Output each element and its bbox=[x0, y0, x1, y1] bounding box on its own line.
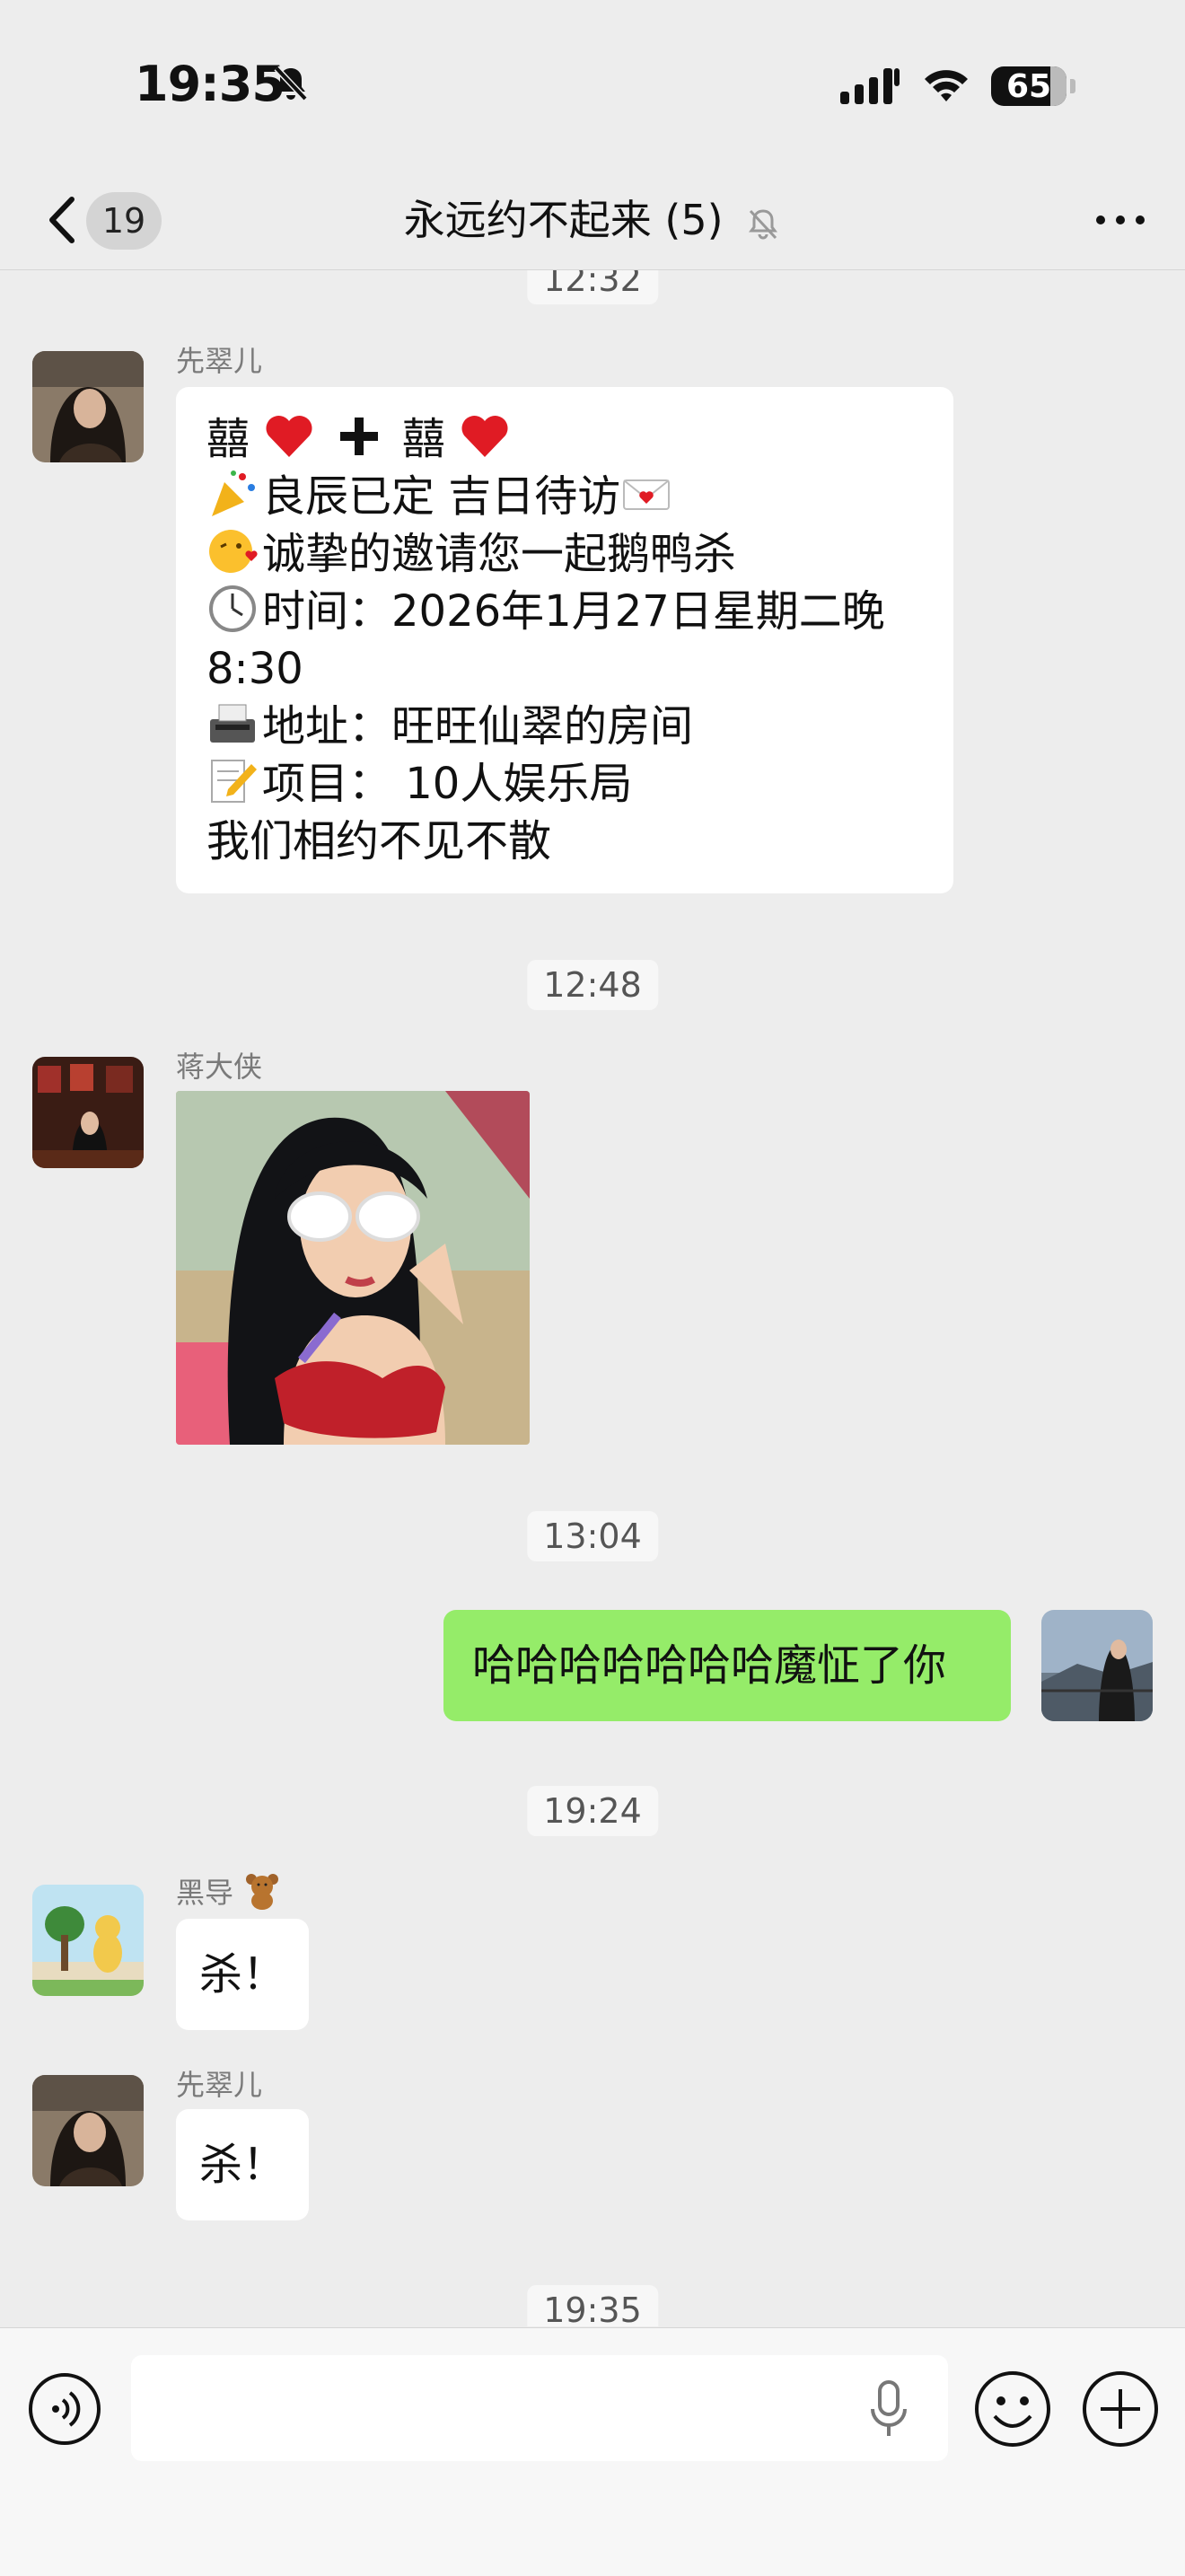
message-bubble[interactable]: 囍 囍 良辰已定 吉日待访 诚挚的邀请您一起鹅鸭杀 时间：2026年1月27日星… bbox=[176, 387, 953, 893]
message-input[interactable] bbox=[131, 2355, 948, 2461]
message-line: 囍 囍 bbox=[206, 410, 923, 468]
sender-name: 先翠儿 bbox=[176, 2068, 263, 2102]
sender-name: 黑导 bbox=[176, 1870, 282, 1912]
teddy-bear-icon bbox=[246, 1874, 279, 1910]
emoji-icon[interactable] bbox=[973, 2369, 1052, 2449]
message-bubble[interactable]: 杀！ bbox=[176, 2109, 309, 2220]
chat-header: 19 永远约不起来 (5) bbox=[0, 171, 1185, 270]
avatar[interactable] bbox=[32, 1057, 144, 1168]
message-line: 诚挚的邀请您一起鹅鸭杀 bbox=[206, 525, 923, 583]
message-line: 我们相约不见不散 bbox=[206, 816, 552, 866]
image-message[interactable] bbox=[176, 1091, 530, 1445]
avatar[interactable] bbox=[32, 1885, 144, 1996]
status-bar: 19:35 65 bbox=[0, 0, 1185, 171]
voice-icon[interactable] bbox=[27, 2371, 102, 2447]
timestamp: 19:24 bbox=[527, 1786, 658, 1836]
my-avatar[interactable] bbox=[1041, 1610, 1153, 1721]
battery-tip bbox=[1070, 79, 1075, 93]
timestamp: 12:48 bbox=[527, 960, 658, 1010]
wifi-icon bbox=[925, 70, 968, 101]
love-letter-icon bbox=[623, 479, 671, 510]
more-icon[interactable] bbox=[1092, 198, 1149, 242]
microphone-icon[interactable] bbox=[862, 2377, 916, 2440]
message-line: 地址：旺旺仙翠的房间 bbox=[206, 698, 923, 755]
plus-sign-icon bbox=[339, 418, 378, 455]
party-popper-icon bbox=[212, 470, 255, 516]
red-heart-icon bbox=[266, 415, 312, 457]
message-line: 项目： 10人娱乐局 bbox=[206, 755, 923, 813]
timestamp: 12:32 bbox=[527, 270, 658, 304]
mute-icon bbox=[749, 208, 778, 239]
chat-title: 永远约不起来 (5) bbox=[0, 189, 1185, 251]
clock-icon bbox=[209, 585, 256, 632]
message-bubble-outgoing[interactable]: 哈哈哈哈哈哈哈魔怔了你 bbox=[443, 1610, 1011, 1721]
timestamp: 19:35 bbox=[527, 2285, 658, 2326]
cellular-signal-icon bbox=[840, 68, 900, 104]
status-time: 19:35 bbox=[135, 56, 285, 112]
message-bubble[interactable]: 杀！ bbox=[176, 1919, 309, 2030]
plus-icon[interactable] bbox=[1081, 2369, 1160, 2449]
red-heart-icon bbox=[461, 415, 508, 457]
input-bar bbox=[0, 2327, 1185, 2576]
memo-icon bbox=[211, 760, 257, 803]
avatar[interactable] bbox=[32, 2075, 144, 2186]
chat-title-text: 永远约不起来 (5) bbox=[403, 196, 724, 244]
sender-name: 先翠儿 bbox=[176, 344, 263, 378]
message-line: 良辰已定 吉日待访 bbox=[206, 468, 923, 525]
bell-off-icon bbox=[274, 66, 308, 101]
fax-machine-icon bbox=[210, 704, 255, 743]
battery-indicator: 65 bbox=[991, 66, 1066, 106]
face-blowing-kiss-icon bbox=[209, 530, 258, 573]
message-list[interactable]: 12:32 先翠儿 囍 囍 良辰已定 吉日待访 诚挚的邀请您一起鹅鸭杀 时间：2… bbox=[0, 270, 1185, 2326]
timestamp: 13:04 bbox=[527, 1511, 658, 1561]
message-line: 时间：2026年1月27日星期二晚 bbox=[206, 583, 923, 640]
battery-level: 65 bbox=[1005, 67, 1052, 105]
sender-name: 蒋大侠 bbox=[176, 1050, 263, 1084]
avatar[interactable] bbox=[32, 351, 144, 462]
message-line: 8:30 bbox=[206, 644, 303, 694]
